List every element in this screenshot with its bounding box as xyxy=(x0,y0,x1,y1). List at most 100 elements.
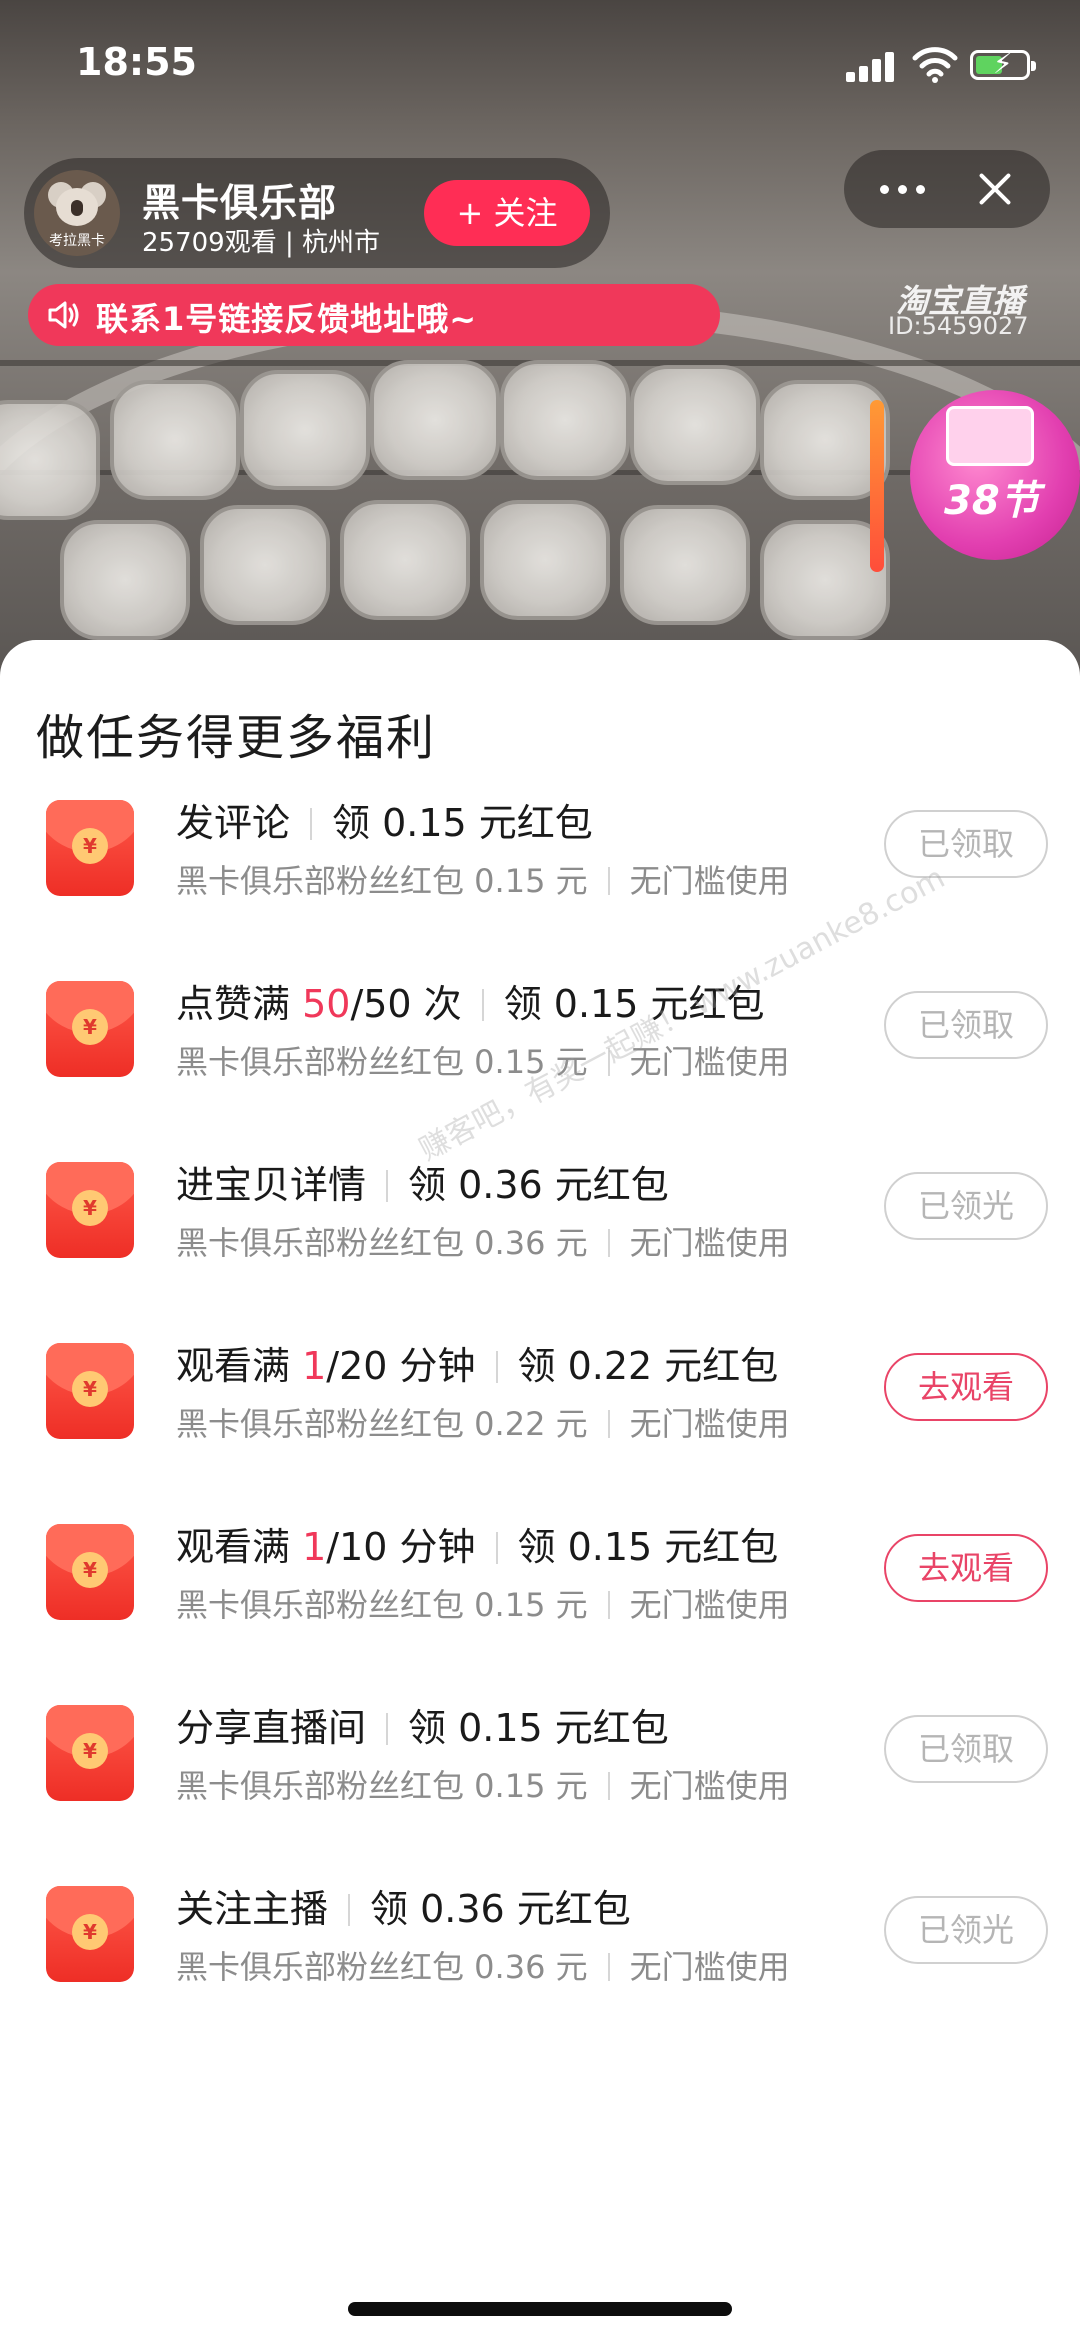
divider xyxy=(495,1351,498,1383)
task-reward: 领 0.15 元红包 xyxy=(332,801,593,845)
more-icon[interactable] xyxy=(872,150,932,228)
task-action: 点赞满 xyxy=(176,982,303,1026)
coupon-condition: 无门槛使用 xyxy=(629,1224,790,1262)
ceiling-pod xyxy=(110,380,240,500)
ceiling-pod xyxy=(340,500,470,620)
coupon-description: 黑卡俱乐部粉丝红包 0.36 元 xyxy=(176,1948,588,1986)
task-reward: 领 0.36 元红包 xyxy=(408,1163,669,1207)
task-subtitle: 黑卡俱乐部粉丝红包 0.15 元无门槛使用 xyxy=(176,856,790,902)
task-progress-done: 1 xyxy=(302,1344,327,1388)
divider xyxy=(607,1591,610,1619)
task-action: 进宝贝详情 xyxy=(176,1163,367,1207)
cellular-signal-icon xyxy=(846,50,896,82)
task-row: ¥ 关注主播领 0.36 元红包黑卡俱乐部粉丝红包 0.36 元 无门槛使用 已领光 xyxy=(0,1856,1080,2006)
task-subtitle: 黑卡俱乐部粉丝红包 0.15 元无门槛使用 xyxy=(176,1037,790,1083)
coupon-description: 黑卡俱乐部粉丝红包 0.15 元 xyxy=(176,1767,588,1805)
promo-38-button[interactable]: 38节 xyxy=(910,390,1080,560)
divider xyxy=(481,989,484,1021)
task-action-button[interactable]: 去观看 xyxy=(884,1353,1048,1421)
avatar[interactable]: 考拉黑卡 xyxy=(34,170,120,256)
divider xyxy=(386,1713,389,1745)
divider xyxy=(386,1170,389,1202)
red-envelope-icon: ¥ xyxy=(46,981,134,1077)
task-action: 分享直播间 xyxy=(176,1706,367,1750)
task-row: ¥ 分享直播间领 0.15 元红包黑卡俱乐部粉丝红包 0.15 元 无门槛使用 已领取 xyxy=(0,1675,1080,1825)
red-envelope-icon: ¥ xyxy=(46,1343,134,1439)
task-reward: 领 0.22 元红包 xyxy=(517,1344,779,1388)
task-progress-total: /10 分钟 xyxy=(326,1525,476,1569)
sheet-title: 做任务得更多福利 xyxy=(36,710,437,766)
task-action-button[interactable]: 已领光 xyxy=(884,1172,1048,1240)
coupon-condition: 无门槛使用 xyxy=(629,862,790,900)
task-action: 关注主播 xyxy=(176,1887,329,1931)
divider xyxy=(310,808,313,840)
ceiling-pod xyxy=(500,360,630,480)
gift-icon xyxy=(946,406,1034,466)
task-action-button[interactable]: 已领取 xyxy=(884,1715,1048,1783)
promo-indicator xyxy=(870,400,884,572)
ceiling-pod xyxy=(620,505,750,625)
divider xyxy=(607,1953,610,1981)
wifi-icon xyxy=(912,47,958,83)
close-icon[interactable] xyxy=(972,166,1018,212)
red-envelope-icon: ¥ xyxy=(46,1705,134,1801)
task-title: 分享直播间领 0.15 元红包 xyxy=(176,1697,669,1752)
divider xyxy=(495,1532,498,1564)
task-action-button[interactable]: 已领光 xyxy=(884,1896,1048,1964)
task-action: 观看满 xyxy=(176,1525,303,1569)
task-row: ¥ 进宝贝详情领 0.36 元红包黑卡俱乐部粉丝红包 0.36 元 无门槛使用 已领光 xyxy=(0,1132,1080,1282)
task-reward: 领 0.15 元红包 xyxy=(408,1706,669,1750)
announcement-banner[interactable]: 联系1号链接反馈地址哦~ xyxy=(28,284,720,346)
promo-label: 38节 xyxy=(944,478,1040,524)
task-subtitle: 黑卡俱乐部粉丝红包 0.36 元 无门槛使用 xyxy=(176,1942,790,1988)
task-progress-total: /20 分钟 xyxy=(326,1344,476,1388)
room-id: ID:5459027 xyxy=(888,312,1029,340)
top-controls xyxy=(844,150,1050,228)
task-title: 观看满 1/10 分钟领 0.15 元红包 xyxy=(176,1516,778,1571)
divider xyxy=(607,1410,610,1438)
divider xyxy=(607,1772,610,1800)
anchor-info[interactable]: 考拉黑卡 黑卡俱乐部 25709观看 | 杭州市 + 关注 xyxy=(24,158,610,268)
task-reward: 领 0.15 元红包 xyxy=(517,1525,779,1569)
ceiling-pod xyxy=(240,370,370,490)
coupon-condition: 无门槛使用 xyxy=(629,1586,790,1624)
task-subtitle: 黑卡俱乐部粉丝红包 0.36 元 无门槛使用 xyxy=(176,1218,790,1264)
status-bar: 18:55 ⚡ xyxy=(0,0,1080,130)
task-progress-done: 50 xyxy=(302,982,351,1026)
coupon-description: 黑卡俱乐部粉丝红包 0.36 元 xyxy=(176,1224,588,1262)
task-progress-done: 1 xyxy=(302,1525,327,1569)
task-action-button[interactable]: 去观看 xyxy=(884,1534,1048,1602)
ceiling-pod xyxy=(0,400,100,520)
battery-charging-icon: ⚡ xyxy=(970,49,1036,80)
ceiling-pod xyxy=(480,500,610,620)
divider xyxy=(348,1894,351,1926)
task-row: ¥ 观看满 1/20 分钟领 0.22 元红包黑卡俱乐部粉丝红包 0.22 元 无门… xyxy=(0,1313,1080,1463)
avatar-label: 考拉黑卡 xyxy=(49,233,105,249)
divider xyxy=(607,1229,610,1257)
ceiling-pod xyxy=(370,360,500,480)
red-envelope-icon: ¥ xyxy=(46,1162,134,1258)
task-reward: 领 0.36 元红包 xyxy=(370,1887,631,1931)
task-action: 发评论 xyxy=(176,801,291,845)
follow-button[interactable]: + 关注 xyxy=(424,180,590,246)
announcement-text: 联系1号链接反馈地址哦~ xyxy=(96,300,478,338)
task-subtitle: 黑卡俱乐部粉丝红包 0.22 元 无门槛使用 xyxy=(176,1399,790,1445)
viewer-count-location: 25709观看 | 杭州市 xyxy=(142,228,380,258)
clock: 18:55 xyxy=(76,40,197,84)
task-title: 发评论领 0.15 元红包 xyxy=(176,792,593,847)
coupon-condition: 无门槛使用 xyxy=(629,1948,790,1986)
red-envelope-icon: ¥ xyxy=(46,1886,134,1982)
coupon-description: 黑卡俱乐部粉丝红包 0.15 元 xyxy=(176,1586,588,1624)
task-title: 进宝贝详情领 0.36 元红包 xyxy=(176,1154,669,1209)
coupon-condition: 无门槛使用 xyxy=(629,1405,790,1443)
task-subtitle: 黑卡俱乐部粉丝红包 0.15 元 无门槛使用 xyxy=(176,1761,790,1807)
red-envelope-icon: ¥ xyxy=(46,1524,134,1620)
coupon-condition: 无门槛使用 xyxy=(629,1767,790,1805)
task-action: 观看满 xyxy=(176,1344,303,1388)
home-indicator[interactable] xyxy=(348,2302,732,2316)
ceiling-pod xyxy=(60,520,190,640)
task-action-button[interactable]: 已领取 xyxy=(884,991,1048,1059)
task-progress-total: /50 次 xyxy=(350,982,462,1026)
anchor-name[interactable]: 黑卡俱乐部 xyxy=(142,172,337,227)
coupon-description: 黑卡俱乐部粉丝红包 0.22 元 xyxy=(176,1405,588,1443)
